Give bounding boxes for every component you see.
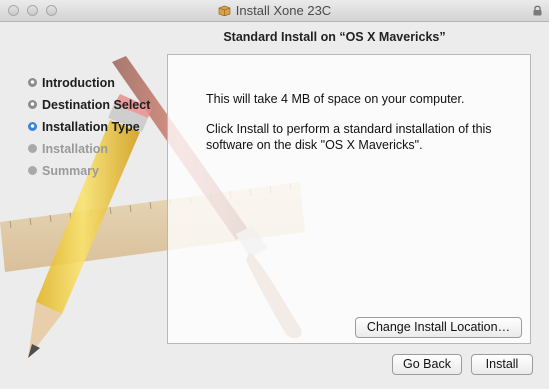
step-label: Summary — [42, 164, 99, 178]
space-required-text: This will take 4 MB of space on your com… — [206, 92, 465, 106]
step-complete-icon — [28, 100, 37, 109]
step-label: Installation Type — [42, 120, 140, 134]
window-title-area: Install Xone 23C — [0, 3, 549, 18]
step-installation-type: Installation Type — [28, 116, 150, 138]
step-destination-select: Destination Select — [28, 94, 150, 116]
step-pending-icon — [28, 166, 37, 175]
package-icon — [218, 5, 231, 16]
step-label: Introduction — [42, 76, 115, 90]
step-complete-icon — [28, 78, 37, 87]
step-label: Installation — [42, 142, 108, 156]
step-installation: Installation — [28, 138, 150, 160]
window-title: Install Xone 23C — [235, 3, 332, 18]
go-back-button[interactable]: Go Back — [392, 354, 462, 375]
change-install-location-button[interactable]: Change Install Location… — [355, 317, 522, 338]
step-label: Destination Select — [42, 98, 151, 112]
installer-steps: Introduction Destination Select Installa… — [28, 72, 150, 182]
install-button[interactable]: Install — [471, 354, 533, 375]
step-summary: Summary — [28, 160, 150, 182]
title-bar[interactable]: Install Xone 23C — [0, 0, 549, 22]
step-active-icon — [28, 122, 37, 131]
lock-icon — [533, 5, 542, 16]
content-panel: This will take 4 MB of space on your com… — [167, 54, 531, 344]
step-pending-icon — [28, 144, 37, 153]
install-info: This will take 4 MB of space on your com… — [206, 91, 526, 167]
installer-window: Install Xone 23C Standard Install on “OS… — [0, 0, 549, 389]
step-introduction: Introduction — [28, 72, 150, 94]
page-title: Standard Install on “OS X Mavericks” — [223, 30, 446, 44]
install-instructions-text: Click Install to perform a standard inst… — [206, 122, 492, 152]
